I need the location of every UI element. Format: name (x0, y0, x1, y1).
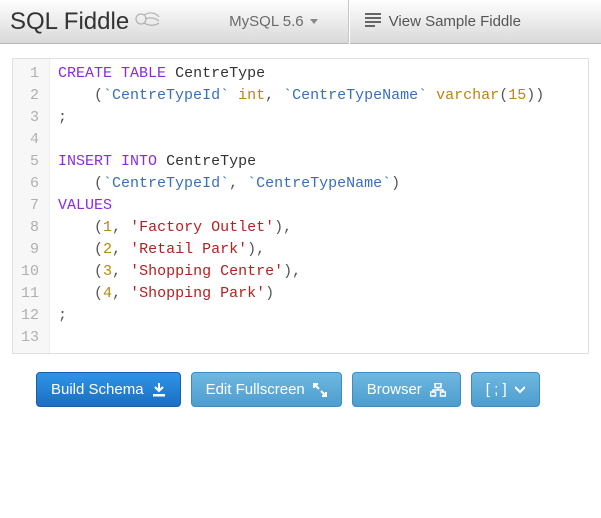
line-number: 2 (21, 85, 39, 107)
build-schema-label: Build Schema (51, 381, 144, 398)
sql-editor[interactable]: 12345678910111213 CREATE TABLE CentreTyp… (12, 58, 589, 354)
db-selector-label: MySQL 5.6 (229, 13, 303, 30)
line-number: 6 (21, 173, 39, 195)
code-line: (3, 'Shopping Centre'), (58, 261, 580, 283)
list-icon (365, 13, 381, 31)
terminator-button[interactable]: [ ; ] (471, 372, 540, 407)
line-number: 1 (21, 63, 39, 85)
chevron-down-icon (515, 386, 525, 394)
line-number: 3 (21, 107, 39, 129)
code-line (58, 129, 580, 151)
code-line: INSERT INTO CentreType (58, 151, 580, 173)
schema-icon (430, 383, 446, 397)
editor-panel: 12345678910111213 CREATE TABLE CentreTyp… (0, 44, 601, 362)
code-line (58, 327, 580, 349)
line-number: 5 (21, 151, 39, 173)
expand-icon (313, 383, 327, 397)
line-number: 12 (21, 305, 39, 327)
browser-button[interactable]: Browser (352, 372, 461, 407)
edit-fullscreen-button[interactable]: Edit Fullscreen (191, 372, 342, 407)
line-gutter: 12345678910111213 (13, 59, 50, 353)
code-line: VALUES (58, 195, 580, 217)
line-number: 11 (21, 283, 39, 305)
line-number: 8 (21, 217, 39, 239)
code-line: (`CentreTypeId`, `CentreTypeName`) (58, 173, 580, 195)
code-line: (4, 'Shopping Park') (58, 283, 580, 305)
view-sample-label: View Sample Fiddle (389, 13, 521, 30)
footer-toolbar: Build Schema Edit Fullscreen Browser [ ;… (0, 362, 601, 421)
terminator-label: [ ; ] (486, 381, 507, 398)
tag-icon (135, 8, 161, 36)
line-number: 13 (21, 327, 39, 349)
top-toolbar: SQL Fiddle MySQL 5.6 View Sample Fiddle (0, 0, 601, 44)
brand-text: SQL Fiddle (10, 8, 129, 36)
code-line: ; (58, 305, 580, 327)
code-line: CREATE TABLE CentreType (58, 63, 580, 85)
edit-fullscreen-label: Edit Fullscreen (206, 381, 305, 398)
line-number: 7 (21, 195, 39, 217)
code-line: (`CentreTypeId` int, `CentreTypeName` va… (58, 85, 580, 107)
db-selector[interactable]: MySQL 5.6 (217, 7, 329, 36)
code-line: (1, 'Factory Outlet'), (58, 217, 580, 239)
line-number: 9 (21, 239, 39, 261)
browser-label: Browser (367, 381, 422, 398)
line-number: 10 (21, 261, 39, 283)
line-number: 4 (21, 129, 39, 151)
caret-down-icon (310, 19, 318, 24)
toolbar-divider (348, 0, 349, 44)
view-sample-fiddle-button[interactable]: View Sample Fiddle (355, 7, 531, 37)
build-schema-button[interactable]: Build Schema (36, 372, 181, 407)
code-line: (2, 'Retail Park'), (58, 239, 580, 261)
brand: SQL Fiddle (10, 8, 161, 36)
download-icon (152, 383, 166, 397)
code-line: ; (58, 107, 580, 129)
code-area[interactable]: CREATE TABLE CentreType (`CentreTypeId` … (50, 59, 588, 353)
